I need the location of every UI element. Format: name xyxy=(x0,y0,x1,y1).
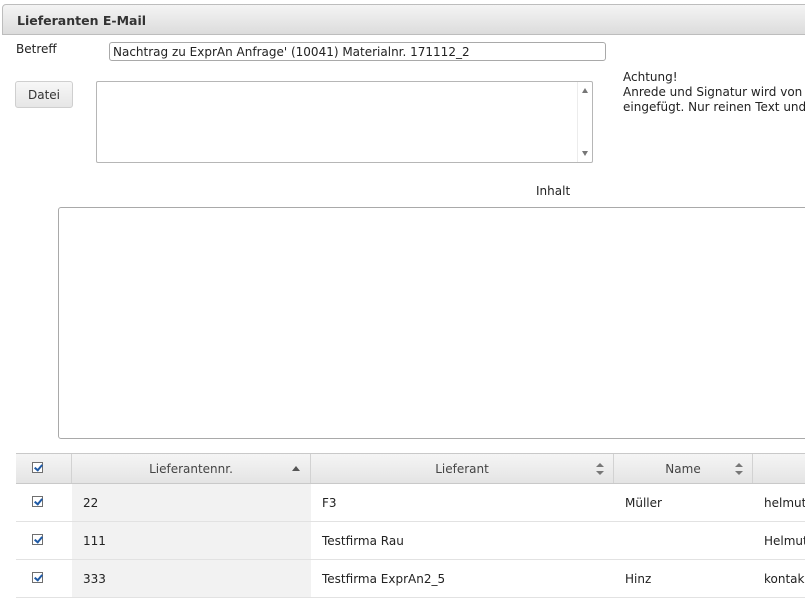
cell-lieferant-text: Testfirma Rau xyxy=(322,534,404,548)
row-select-cell xyxy=(16,560,72,597)
row-checkbox[interactable] xyxy=(32,572,43,583)
sort-both-icon xyxy=(596,463,604,475)
attachment-scrollbar[interactable] xyxy=(577,82,592,162)
cell-nr: 111 xyxy=(72,522,311,559)
select-all-column[interactable] xyxy=(16,454,72,483)
cell-lieferant-text: Testfirma ExprAn2_5 xyxy=(322,572,446,586)
content-label: Inhalt xyxy=(536,184,571,198)
window-titlebar: Lieferanten E-Mail xyxy=(2,4,805,35)
row-select-cell xyxy=(16,522,72,559)
grid-header: Lieferantennr. Lieferant Name xyxy=(16,453,805,484)
row-checkbox[interactable] xyxy=(32,496,43,507)
cell-email: helmut xyxy=(753,484,805,521)
table-row[interactable]: 22 F3 Müller helmut xyxy=(16,484,805,522)
cell-nr: 22 xyxy=(72,484,311,521)
sort-ascending-icon xyxy=(292,466,300,471)
cell-lieferant-text: F3 xyxy=(322,496,337,510)
column-header-label: Lieferantennr. xyxy=(149,462,233,476)
column-header-lieferant[interactable]: Lieferant xyxy=(311,454,614,483)
notice-text: Achtung! Anrede und Signatur wird von ei… xyxy=(623,70,805,115)
scroll-up-icon[interactable] xyxy=(582,88,588,93)
cell-email: kontak xyxy=(753,560,805,597)
cell-email-text: helmut xyxy=(764,496,805,510)
row-checkbox[interactable] xyxy=(32,534,43,545)
cell-name-text: Hinz xyxy=(625,572,652,586)
subject-input[interactable] xyxy=(109,42,606,61)
cell-lieferant: Testfirma Rau xyxy=(311,522,614,559)
column-header-name[interactable]: Name xyxy=(614,454,753,483)
column-header-label: Name xyxy=(665,462,701,476)
table-row[interactable]: 333 Testfirma ExprAn2_5 Hinz kontak xyxy=(16,560,805,598)
notice-line-2: Anrede und Signatur wird von xyxy=(623,85,803,99)
cell-email: Helmut xyxy=(753,522,805,559)
supplier-grid: Lieferantennr. Lieferant Name 22 F3 Müll… xyxy=(16,453,805,598)
column-header-lieferantennr[interactable]: Lieferantennr. xyxy=(72,454,311,483)
table-row[interactable]: 111 Testfirma Rau Helmut xyxy=(16,522,805,560)
column-header-email[interactable] xyxy=(753,454,805,483)
notice-line-1: Achtung! xyxy=(623,70,678,84)
cell-email-text: kontak xyxy=(764,572,805,586)
cell-nr-text: 22 xyxy=(83,496,99,510)
cell-nr-text: 333 xyxy=(83,572,106,586)
cell-name: Müller xyxy=(614,484,753,521)
cell-name xyxy=(614,522,753,559)
notice-line-3: eingefügt. Nur reinen Text und xyxy=(623,100,805,114)
cell-nr: 333 xyxy=(72,560,311,597)
row-select-cell xyxy=(16,484,72,521)
cell-name: Hinz xyxy=(614,560,753,597)
attachment-list[interactable] xyxy=(96,81,593,163)
cell-name-text: Müller xyxy=(625,496,662,510)
window-title: Lieferanten E-Mail xyxy=(17,13,147,28)
content-textarea[interactable] xyxy=(58,207,805,439)
scroll-down-icon[interactable] xyxy=(582,151,588,156)
column-header-label: Lieferant xyxy=(435,462,489,476)
cell-lieferant: F3 xyxy=(311,484,614,521)
sort-both-icon xyxy=(735,463,743,475)
cell-lieferant: Testfirma ExprAn2_5 xyxy=(311,560,614,597)
cell-email-text: Helmut xyxy=(764,534,805,548)
select-all-checkbox[interactable] xyxy=(32,462,43,473)
cell-nr-text: 111 xyxy=(83,534,106,548)
file-button[interactable]: Datei xyxy=(15,81,73,108)
subject-label: Betreff xyxy=(16,42,57,56)
